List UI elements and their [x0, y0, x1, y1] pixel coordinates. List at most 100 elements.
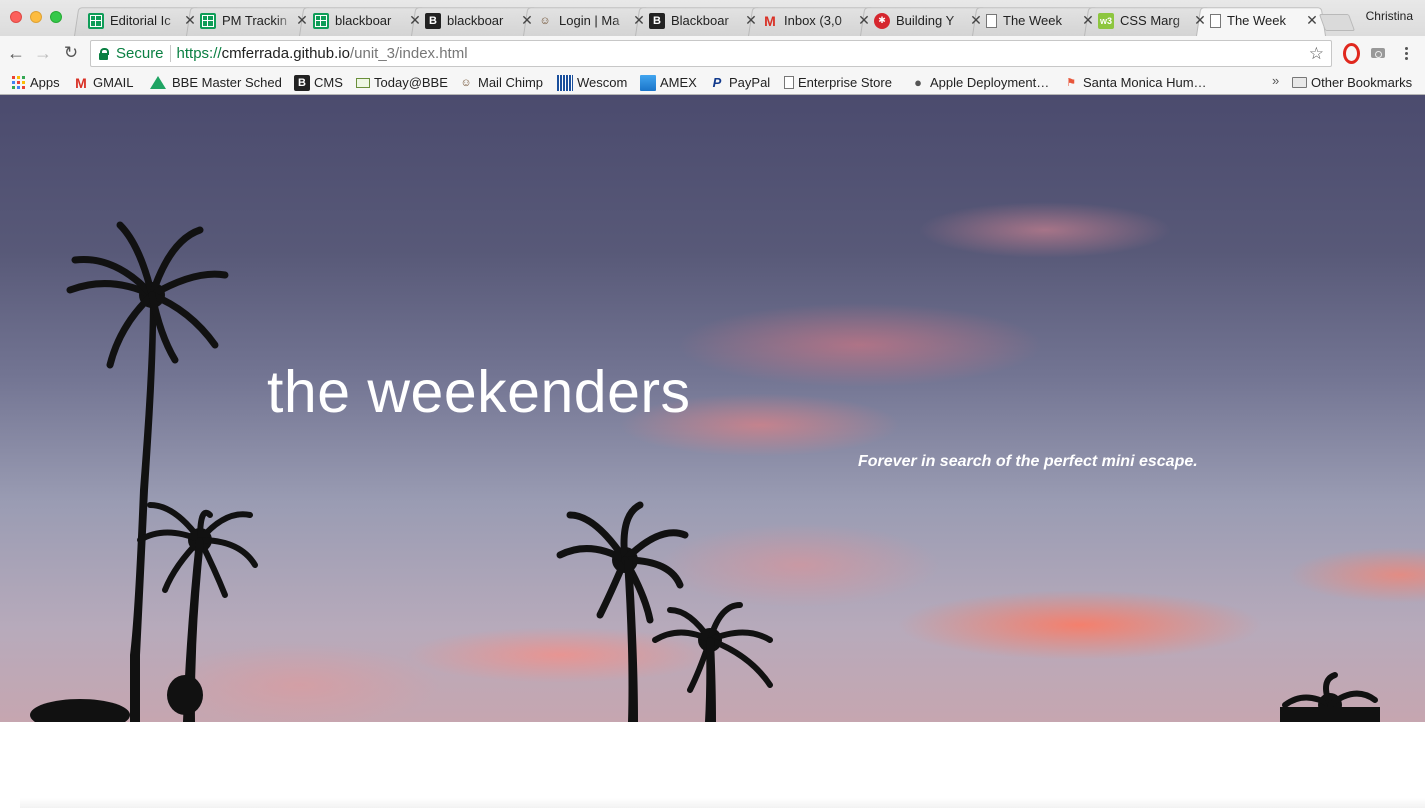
tab-close-icon[interactable]: ✕ — [633, 12, 645, 29]
apps-grid-icon — [10, 75, 26, 91]
bookmark-label: GMAIL — [93, 75, 134, 90]
bookmark-today-bbe[interactable]: Today@BBE — [356, 73, 448, 92]
tab-close-icon[interactable]: ✕ — [1194, 12, 1206, 29]
tab-close-icon[interactable]: ✕ — [970, 12, 982, 29]
bookmark-wescom[interactable]: Wescom — [557, 73, 627, 92]
bookmark-star-icon[interactable]: ☆ — [1309, 44, 1324, 64]
tab-blackboard-2[interactable]: B Blackboar ✕ — [635, 5, 765, 36]
bookmark-label: Today@BBE — [374, 75, 448, 90]
sheets-icon — [313, 12, 329, 29]
amex-icon — [640, 74, 656, 91]
reload-icon[interactable]: ↻ — [60, 42, 82, 64]
document-icon — [1210, 13, 1221, 28]
lock-icon — [99, 48, 109, 60]
bookmark-label: Wescom — [577, 75, 628, 90]
tab-building[interactable]: ✱ Building Y ✕ — [860, 5, 990, 36]
bookmark-label: AMEX — [660, 75, 697, 90]
document-icon — [986, 13, 997, 28]
page-content-area — [0, 722, 1425, 808]
back-arrow-icon[interactable]: ← — [5, 42, 27, 64]
mail-icon — [356, 77, 370, 88]
tab-pm-tracking[interactable]: PM Trackin ✕ — [186, 5, 316, 36]
tab-close-icon[interactable]: ✕ — [184, 12, 196, 29]
tab-close-icon[interactable]: ✕ — [409, 12, 421, 29]
folder-icon — [1292, 77, 1307, 88]
tab-close-icon[interactable]: ✕ — [1306, 12, 1318, 29]
tab-blackboard[interactable]: B blackboar ✕ — [411, 5, 541, 36]
paypal-icon: P — [712, 75, 722, 90]
tab-title: Inbox (3,0 — [784, 13, 842, 28]
bookmark-bbe-master-sched[interactable]: BBE Master Sched — [150, 73, 282, 92]
window-minimize-button[interactable] — [30, 11, 42, 23]
bookmark-amex[interactable]: AMEX — [640, 73, 697, 92]
tab-inbox[interactable]: M Inbox (3,0 ✕ — [748, 5, 878, 36]
palm-trees-image — [30, 221, 1380, 722]
bookmark-label: Other Bookmarks — [1311, 75, 1413, 90]
apple-icon: ● — [914, 75, 922, 90]
tab-login-mailchimp[interactable]: ☺ Login | Ma ✕ — [523, 5, 653, 36]
bookmark-label: Mail Chimp — [478, 75, 544, 90]
bookmark-label: PayPal — [729, 75, 771, 90]
bookmark-santa-monica[interactable]: ⚑ Santa Monica Hum… — [1063, 73, 1207, 92]
bookmark-label: CMS — [314, 75, 343, 90]
blackboard-icon: B — [294, 74, 310, 91]
url-scheme: https:// — [176, 45, 222, 62]
tab-title: Blackboar — [671, 13, 729, 28]
tab-close-icon[interactable]: ✕ — [521, 12, 533, 29]
tab-title: The Week — [1227, 13, 1287, 28]
tab-the-weekenders-active[interactable]: The Week ✕ — [1196, 5, 1326, 36]
tab-title: PM Trackin — [222, 13, 288, 28]
tab-close-icon[interactable]: ✕ — [1082, 12, 1094, 29]
css-icon: w3 — [1098, 12, 1114, 29]
tab-title: The Week — [1003, 13, 1063, 28]
url-host: cmferrada.github.io — [221, 45, 350, 62]
flag-icon: ⚑ — [1066, 77, 1076, 89]
bookmark-label: BBE Master Sched — [172, 75, 282, 90]
browser-menu-icon[interactable] — [1397, 44, 1415, 62]
url-path: /unit_3/index.html — [349, 45, 468, 62]
bookmark-label: Santa Monica Hum… — [1083, 75, 1207, 90]
bookmark-gmail[interactable]: M GMAIL — [73, 73, 133, 92]
bookmark-apps[interactable]: Apps — [10, 73, 60, 92]
tab-the-weekenders-1[interactable]: The Week ✕ — [972, 5, 1102, 36]
tab-close-icon[interactable]: ✕ — [858, 12, 870, 29]
wescom-icon — [557, 74, 573, 91]
tab-title: Login | Ma — [559, 13, 620, 28]
tab-title: blackboar — [447, 13, 504, 28]
tab-title: CSS Marg — [1120, 13, 1180, 28]
tab-close-icon[interactable]: ✕ — [296, 12, 308, 29]
camera-extension-icon[interactable] — [1369, 44, 1387, 62]
hero-banner: the weekenders Forever in search of the … — [0, 95, 1425, 722]
bookmark-label: Apple Deployment… — [930, 75, 1050, 90]
forward-arrow-icon[interactable]: → — [32, 42, 54, 64]
tab-editorial[interactable]: Editorial Ic ✕ — [74, 5, 204, 36]
address-divider — [169, 45, 171, 62]
other-bookmarks[interactable]: Other Bookmarks — [1292, 73, 1412, 92]
bookmarks-overflow-icon[interactable]: » — [1272, 73, 1279, 88]
bookmark-label: Enterprise Store — [798, 75, 892, 90]
bookmark-paypal[interactable]: P PayPal — [709, 73, 771, 92]
tab-title: Editorial Ic — [110, 13, 171, 28]
new-tab-button[interactable] — [1318, 14, 1356, 31]
page-title: the weekenders — [267, 359, 691, 425]
bookmark-cms[interactable]: B CMS — [294, 73, 343, 92]
tab-close-icon[interactable]: ✕ — [745, 12, 757, 29]
mailchimp-icon: ☺ — [539, 14, 551, 27]
opera-extension-icon[interactable] — [1342, 44, 1360, 62]
bookmark-apple-deployment[interactable]: ● Apple Deployment… — [910, 73, 1049, 92]
profile-name[interactable]: Christina — [1366, 9, 1413, 23]
document-icon — [784, 76, 794, 89]
tab-css-margins[interactable]: w3 CSS Marg ✕ — [1084, 5, 1214, 36]
building-icon: ✱ — [874, 12, 890, 29]
blackboard-icon: B — [425, 12, 441, 29]
window-close-button[interactable] — [10, 11, 22, 23]
address-bar[interactable]: Secure https://cmferrada.github.io/unit_… — [90, 40, 1332, 67]
browser-toolbar: ← → ↻ Secure https://cmferrada.github.io… — [0, 36, 1425, 70]
drive-icon — [150, 76, 166, 89]
bookmark-label: Apps — [30, 75, 60, 90]
window-maximize-button[interactable] — [50, 11, 62, 23]
bookmark-mail-chimp[interactable]: ☺ Mail Chimp — [458, 73, 543, 92]
bookmark-enterprise-store[interactable]: Enterprise Store — [784, 73, 892, 92]
tab-blackboard-sheet[interactable]: blackboar ✕ — [299, 5, 429, 36]
blackboard-icon: B — [649, 12, 665, 29]
